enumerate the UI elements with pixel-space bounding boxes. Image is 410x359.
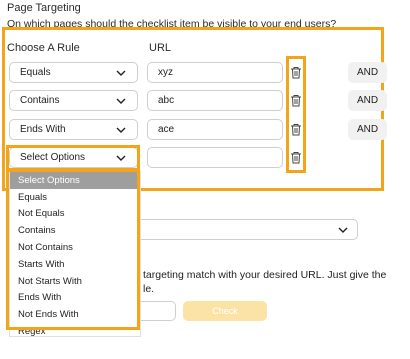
rule-select-3[interactable]: Ends With	[9, 119, 138, 140]
chevron-down-icon	[116, 70, 126, 76]
dropdown-highlight	[6, 169, 140, 330]
trash-highlight	[286, 56, 306, 173]
test-select[interactable]	[140, 219, 358, 240]
rule-select-1-value: Equals	[20, 67, 51, 78]
select-highlight	[6, 145, 140, 171]
url-input-2-value: abc	[158, 95, 175, 106]
rule-select-2[interactable]: Contains	[9, 90, 138, 111]
url-input-2[interactable]: abc	[147, 90, 283, 111]
check-button[interactable]: Check	[183, 301, 267, 321]
and-button-2[interactable]: AND	[348, 90, 387, 111]
test-description: targeting match with your desired URL. J…	[143, 269, 387, 281]
url-input-1[interactable]: xyz	[147, 62, 283, 83]
url-column-header: URL	[149, 42, 172, 54]
url-input-4[interactable]	[147, 147, 283, 168]
rule-column-header: Choose A Rule	[7, 42, 80, 54]
and-button-1[interactable]: AND	[348, 62, 387, 83]
chevron-down-icon	[116, 127, 126, 133]
url-input-3-value: ace	[158, 124, 175, 135]
test-description-2: le.	[143, 283, 155, 295]
url-input-1-value: xyz	[158, 67, 173, 78]
and-button-3[interactable]: AND	[348, 119, 387, 140]
test-url-input[interactable]	[140, 301, 176, 321]
rule-select-2-value: Contains	[20, 95, 60, 106]
rule-select-3-value: Ends With	[20, 124, 66, 135]
chevron-down-icon	[338, 227, 348, 233]
url-input-3[interactable]: ace	[147, 119, 283, 140]
chevron-down-icon	[116, 98, 126, 104]
section-title: Page Targeting	[7, 2, 81, 14]
rule-select-1[interactable]: Equals	[9, 62, 138, 83]
